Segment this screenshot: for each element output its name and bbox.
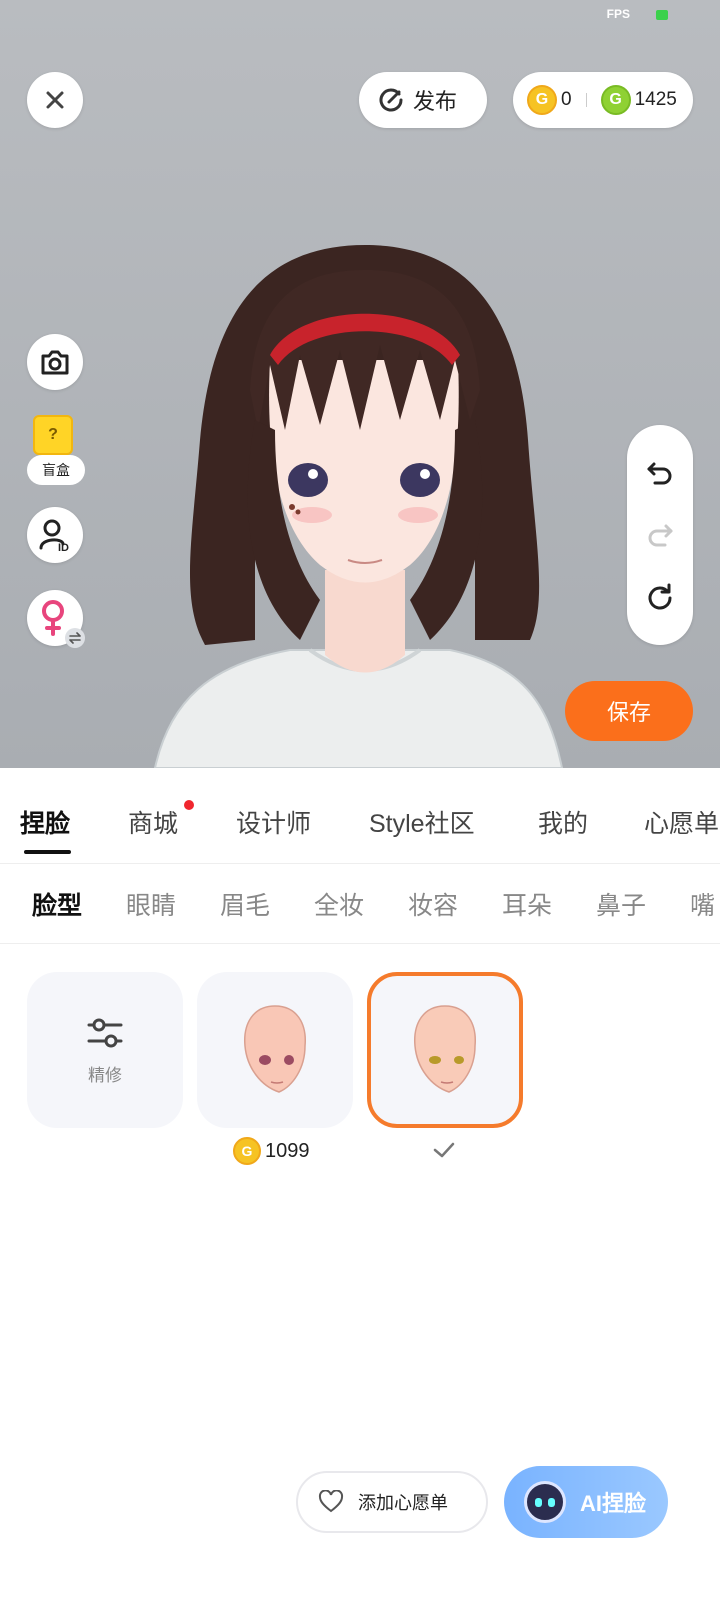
face-option-1-price: G 1099 (233, 1135, 310, 1167)
face-thumbnail-1 (244, 1005, 306, 1093)
heart-icon (318, 1490, 344, 1513)
avatar-stage[interactable]: FPS 发布 G 0 G 1425 ? 盲盒 ID 保存 (0, 0, 720, 768)
checkmark-icon (433, 1142, 455, 1158)
gender-switch-button[interactable] (27, 590, 85, 648)
face-shape-option-2[interactable] (367, 972, 523, 1128)
tab-designer[interactable]: 设计师 (236, 804, 311, 840)
gold-coin-icon: G (527, 85, 557, 115)
green-coin-count: 1425 (634, 89, 677, 110)
refine-label: 精修 (88, 1065, 122, 1085)
undo-icon (647, 462, 672, 485)
gold-coin-icon: G (233, 1137, 261, 1165)
user-id-icon: ID (39, 519, 69, 552)
refine-option[interactable]: 精修 (27, 972, 183, 1128)
camera-button[interactable] (27, 334, 83, 390)
history-controls (627, 425, 693, 645)
active-tab-indicator (24, 850, 71, 854)
sub-tab-bar: 脸型 眼睛 眉毛 全妆 妆容 耳朵 鼻子 嘴 (0, 864, 720, 944)
tab-shop[interactable]: 商城 (128, 804, 178, 840)
tab-style-community[interactable]: Style社区 (369, 804, 475, 840)
add-wishlist-label: 添加心愿单 (358, 1493, 448, 1513)
redo-button[interactable] (640, 515, 680, 555)
reset-button[interactable] (640, 577, 680, 617)
currency-balance[interactable]: G 0 G 1425 (513, 72, 693, 128)
add-wishlist-button[interactable]: 添加心愿单 (296, 1471, 488, 1533)
face-thumbnail-2 (414, 1005, 476, 1093)
tab-wishlist[interactable]: 心愿单 (644, 804, 719, 840)
close-button[interactable] (27, 72, 83, 128)
undo-button[interactable] (640, 453, 680, 493)
main-tab-bar: 捏脸 商城 设计师 Style社区 我的 心愿单 (0, 768, 720, 864)
publish-button[interactable]: 发布 (359, 72, 487, 128)
shop-notification-badge (184, 800, 194, 810)
tab-face-sculpt[interactable]: 捏脸 (20, 804, 70, 840)
ai-face-sculpt-label: AI捏脸 (580, 1491, 647, 1516)
subtab-makeup[interactable]: 妆容 (408, 886, 458, 922)
subtab-ears[interactable]: 耳朵 (502, 886, 552, 922)
redo-icon (648, 524, 673, 547)
subtab-face-shape[interactable]: 脸型 (32, 886, 82, 922)
subtab-eyebrows[interactable]: 眉毛 (220, 886, 270, 922)
subtab-full-makeup[interactable]: 全妆 (314, 886, 364, 922)
face-shape-option-1[interactable] (197, 972, 353, 1128)
tab-mine[interactable]: 我的 (538, 804, 588, 840)
swap-icon (65, 628, 85, 648)
currency-divider (585, 93, 587, 107)
svg-text:ID: ID (58, 542, 69, 552)
save-button[interactable]: 保存 (565, 681, 693, 741)
gold-coin-count: 0 (561, 89, 572, 110)
subtab-eyes[interactable]: 眼睛 (126, 886, 176, 922)
robot-icon (524, 1481, 566, 1523)
sliders-icon (87, 1018, 123, 1047)
close-icon (46, 91, 64, 109)
subtab-nose[interactable]: 鼻子 (596, 886, 646, 922)
blindbox-icon: ? (33, 415, 73, 455)
subtab-mouth[interactable]: 嘴 (690, 886, 715, 922)
blindbox-label: 盲盒 (27, 455, 85, 485)
blindbox-button[interactable]: ? 盲盒 (27, 415, 85, 485)
green-coin-icon: G (600, 85, 631, 115)
publish-label: 发布 (413, 89, 458, 114)
price-value: 1099 (265, 1139, 310, 1162)
avatar-id-button[interactable]: ID (27, 507, 83, 563)
camera-icon (41, 350, 69, 375)
ai-face-sculpt-button[interactable]: AI捏脸 (504, 1466, 668, 1538)
publish-icon (379, 88, 403, 112)
reset-icon (648, 583, 672, 610)
